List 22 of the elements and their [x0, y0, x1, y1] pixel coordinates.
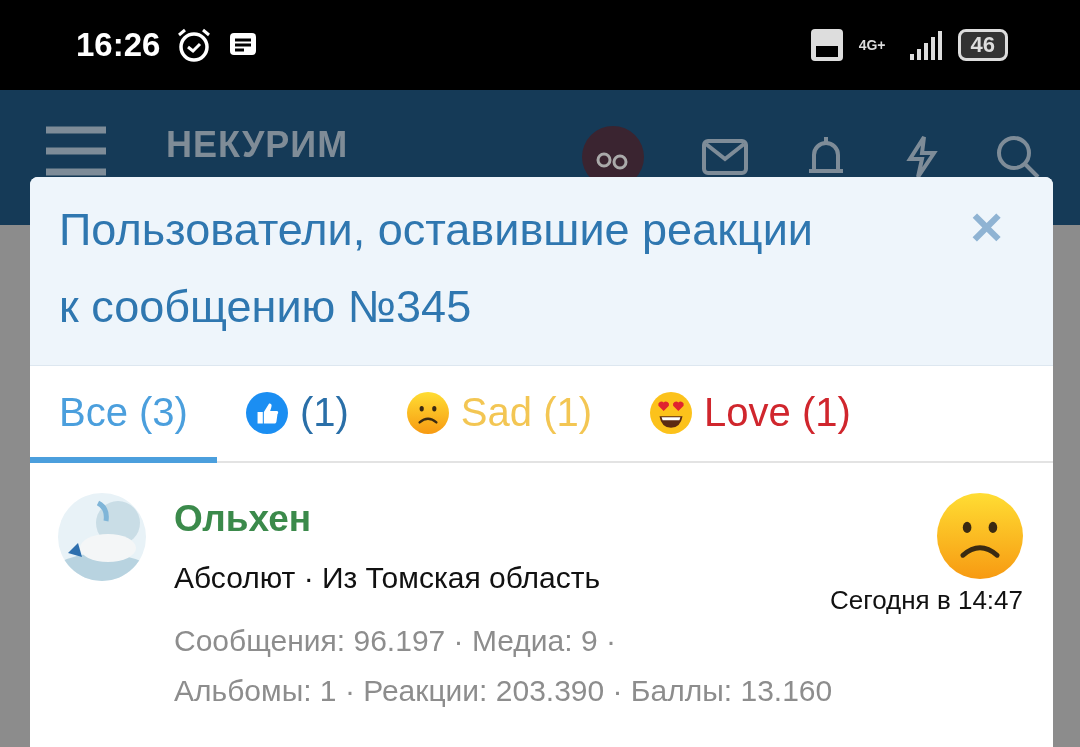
reaction-tab[interactable]: Love (1): [621, 370, 880, 463]
sad-face-icon: [937, 493, 1023, 579]
logo-text: НЕКУРИМ: [166, 126, 349, 164]
clock-time: 16:26: [76, 26, 161, 64]
reaction-tab[interactable]: (1): [216, 370, 378, 463]
user-stats: Альбомы: 1 · Реакции: 203.390 · Баллы: 13.160: [174, 673, 834, 709]
search-icon[interactable]: [996, 135, 1040, 179]
reaction-time: Сегодня в 14:47: [830, 585, 1023, 616]
lightning-icon[interactable]: [904, 135, 938, 179]
reaction-tab[interactable]: Все (3): [30, 370, 217, 463]
sad-face-icon: [406, 391, 449, 434]
dialog-title: Пользователи, оставившие реакции к сообщению №345: [59, 203, 814, 334]
network-type: 4G+: [858, 38, 886, 52]
heart-eyes-face-icon: [650, 391, 692, 434]
battery-level: 46: [957, 29, 1008, 61]
user-title: Абсолют · Из Томская область: [174, 560, 602, 596]
menu-icon[interactable]: [46, 126, 106, 176]
mail-icon[interactable]: [702, 139, 748, 175]
thumbs-up-icon: [245, 391, 288, 434]
user-stats: Сообщения: 96.197 · Медиа: 9 ·: [174, 623, 617, 659]
user-name[interactable]: Ольхен: [174, 497, 803, 541]
alarm-icon: [176, 27, 213, 63]
